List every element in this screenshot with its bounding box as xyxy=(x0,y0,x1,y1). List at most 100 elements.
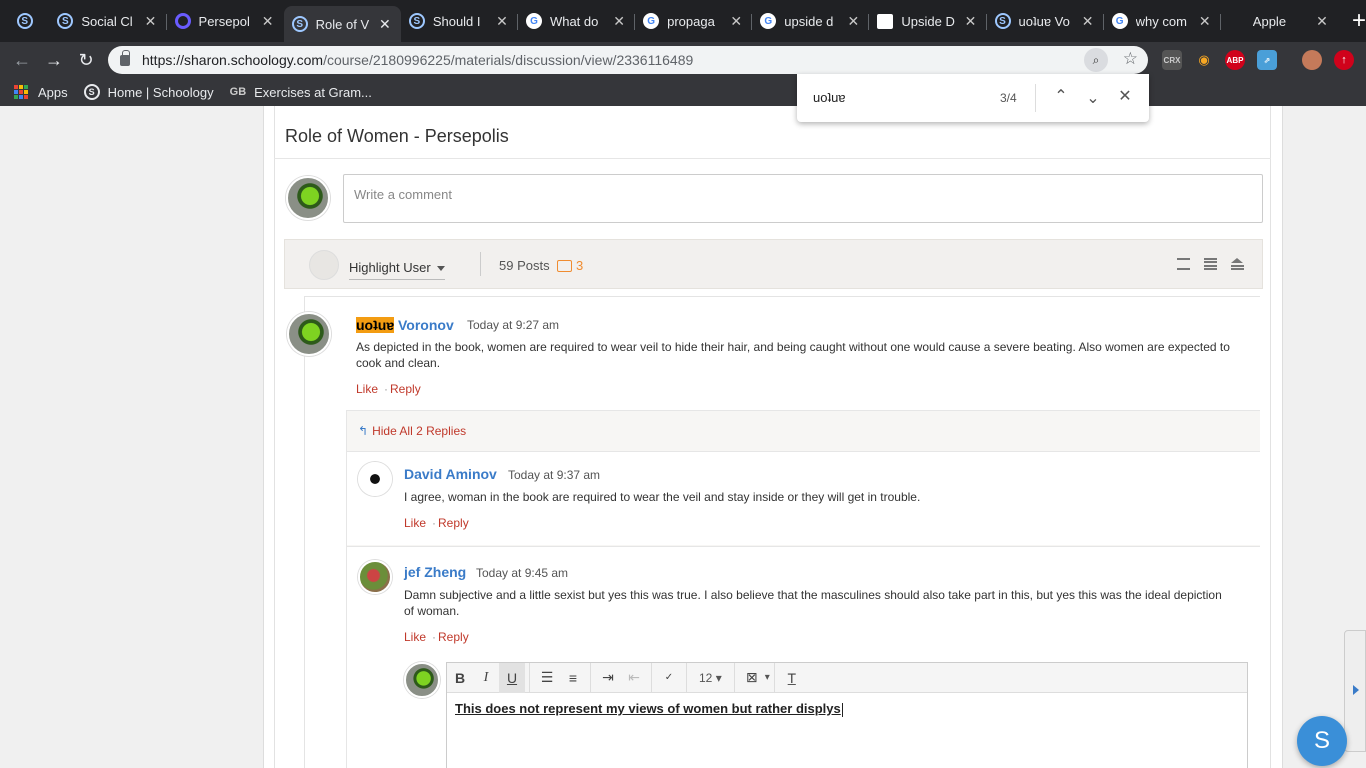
italic-button[interactable]: I xyxy=(473,663,499,693)
chevron-up-icon[interactable]: ⌃ xyxy=(1049,86,1073,106)
new-posts-count[interactable]: 3 xyxy=(557,258,583,273)
reply-link[interactable]: Reply xyxy=(390,382,421,396)
reply-author[interactable]: jef Zheng xyxy=(404,564,466,580)
google-icon: G xyxy=(525,13,542,29)
comment-input[interactable]: Write a comment xyxy=(343,174,1263,223)
collapse-view-icon[interactable] xyxy=(1231,258,1244,270)
close-icon[interactable]: ✕ xyxy=(611,13,627,30)
outdent-icon[interactable]: ⇤ xyxy=(621,663,647,693)
tab-9[interactable]: S uoʇuɐ Vo ✕ xyxy=(987,0,1104,42)
bookmark-apps[interactable]: Apps xyxy=(14,85,68,100)
close-icon[interactable]: ✕ xyxy=(377,16,393,33)
side-panel-tab[interactable] xyxy=(1344,630,1366,752)
avatar xyxy=(286,176,330,220)
underline-button[interactable]: U xyxy=(499,662,525,693)
expanded-view-icon[interactable] xyxy=(1177,258,1190,270)
bookmark-label: Exercises at Gram... xyxy=(254,84,372,100)
tab-10[interactable]: G why com ✕ xyxy=(1104,0,1221,42)
reply-body: I agree, woman in the book are required … xyxy=(404,490,921,504)
tab-title: What do xyxy=(549,13,599,29)
adblock-extension-icon[interactable]: ABP xyxy=(1225,50,1245,70)
close-icon[interactable]: ✕ xyxy=(494,13,510,30)
tab-title: Persepol xyxy=(198,13,250,29)
reply-actions: Like · Reply xyxy=(404,516,469,530)
owl-extension-icon[interactable]: ◉ xyxy=(1194,50,1214,70)
font-size-select[interactable]: 12 ▾ xyxy=(691,671,730,685)
tab-title: Social Cl xyxy=(81,13,133,29)
tab-2[interactable]: Persepol ✕ xyxy=(167,0,284,42)
find-in-page-icon[interactable]: ⌕ xyxy=(1084,48,1108,72)
chevron-down-icon[interactable]: ⌄ xyxy=(1081,88,1105,108)
close-icon[interactable]: ✕ xyxy=(963,13,979,30)
google-icon: G xyxy=(1111,13,1128,29)
close-icon[interactable]: ✕ xyxy=(1314,13,1330,30)
reply-editor[interactable]: B I U ☰ ≡ ⇥ ⇤ ✓ 12 ▾ ⊠ ▾ T̲ This does no… xyxy=(446,662,1248,768)
reply-author[interactable]: David Aminov xyxy=(404,466,497,482)
update-icon[interactable]: ↑ xyxy=(1334,50,1354,70)
star-icon[interactable]: ☆ xyxy=(1123,49,1138,69)
tab-title: uoʇuɐ Vo xyxy=(1018,13,1070,29)
numbered-list-icon[interactable]: ≡ xyxy=(560,663,586,693)
profile-avatar[interactable] xyxy=(1302,50,1322,70)
post-author[interactable]: uoʇuɐ Voronov xyxy=(356,317,454,333)
tab-0[interactable]: S xyxy=(0,0,49,42)
reply-arrow-icon: ↰ xyxy=(358,424,369,438)
reply-link[interactable]: Reply xyxy=(438,630,469,644)
tab-7[interactable]: G upside d ✕ xyxy=(752,0,870,42)
close-icon[interactable]: ✕ xyxy=(260,13,276,30)
tab-3[interactable]: S Role of V ✕ xyxy=(283,6,401,42)
crx-extension-icon[interactable]: CRX xyxy=(1162,50,1182,70)
editor-toolbar: B I U ☰ ≡ ⇥ ⇤ ✓ 12 ▾ ⊠ ▾ T̲ xyxy=(447,662,1247,693)
highlight-user-dropdown[interactable]: Highlight User xyxy=(349,260,445,280)
like-link[interactable]: Like xyxy=(404,630,426,644)
hide-replies-link[interactable]: ↰ Hide All 2 Replies xyxy=(358,424,466,438)
reply-body: Damn subjective and a little sexist but … xyxy=(404,588,1222,618)
schoology-help-button[interactable]: S xyxy=(1297,716,1347,766)
bookmarks-bar: Apps S Home | Schoology GB Exercises at … xyxy=(0,78,1366,106)
tab-title: Apple xyxy=(1252,13,1287,29)
like-link[interactable]: Like xyxy=(356,382,378,396)
tab-6[interactable]: G propaga ✕ xyxy=(635,0,753,42)
bookmark-home-schoology[interactable]: S Home | Schoology xyxy=(83,84,214,100)
url-domain: https://sharon.schoology.com xyxy=(142,52,324,68)
insert-icon[interactable]: ⊠ xyxy=(739,663,765,693)
forward-arrow-icon[interactable]: → xyxy=(38,50,70,71)
reply-link[interactable]: Reply xyxy=(438,516,469,530)
close-icon[interactable]: ✕ xyxy=(143,13,159,30)
new-tab-icon[interactable]: + xyxy=(1352,7,1366,35)
address-bar[interactable]: https://sharon.schoology.com/course/2180… xyxy=(108,46,1148,74)
apps-grid-icon xyxy=(14,85,28,99)
back-arrow-icon[interactable]: ← xyxy=(6,50,38,71)
indent-icon[interactable]: ⇥ xyxy=(595,663,621,693)
tab-11[interactable]: Apple ✕ xyxy=(1221,0,1338,42)
bookmark-label: Home | Schoology xyxy=(107,84,214,100)
close-icon[interactable]: ✕ xyxy=(845,13,861,30)
bookmark-exercises[interactable]: GB Exercises at Gram... xyxy=(230,85,372,100)
schoology-icon: S xyxy=(57,13,74,29)
tab-8[interactable]: Upside D ✕ xyxy=(869,0,987,42)
close-icon[interactable]: ✕ xyxy=(728,13,744,30)
editor-text[interactable]: This does not represent my views of wome… xyxy=(447,693,1247,725)
tab-1[interactable]: S Social Cl ✕ xyxy=(49,0,167,42)
close-icon[interactable]: ✕ xyxy=(1113,86,1137,106)
like-link[interactable]: Like xyxy=(404,516,426,530)
spellcheck-icon[interactable]: ✓ xyxy=(656,663,682,693)
list-view-icon[interactable] xyxy=(1204,258,1217,270)
highlight-user-label: Highlight User xyxy=(349,260,431,275)
clear-format-icon[interactable]: T̲ xyxy=(779,663,805,693)
tab-title: why com xyxy=(1135,13,1187,29)
find-input[interactable]: uoʇuɐ xyxy=(813,90,846,105)
reply-time: Today at 9:45 am xyxy=(476,566,569,580)
close-icon[interactable]: ✕ xyxy=(1080,13,1096,30)
close-icon[interactable]: ✕ xyxy=(1197,13,1213,30)
chevron-down-icon[interactable]: ▾ xyxy=(765,672,770,683)
bold-button[interactable]: B xyxy=(447,663,473,693)
tab-5[interactable]: G What do ✕ xyxy=(518,0,636,42)
bullet-list-icon[interactable]: ☰ xyxy=(534,663,560,693)
gb-icon: GB xyxy=(229,86,247,98)
reload-icon[interactable]: ↻ xyxy=(70,50,102,71)
browser-toolbar: ← → ↻ https://sharon.schoology.com/cours… xyxy=(0,42,1366,78)
tab-4[interactable]: S Should I ✕ xyxy=(401,0,518,42)
highlight-user-avatar xyxy=(309,250,339,280)
tab-extension-icon[interactable]: ⇗ xyxy=(1257,50,1277,70)
